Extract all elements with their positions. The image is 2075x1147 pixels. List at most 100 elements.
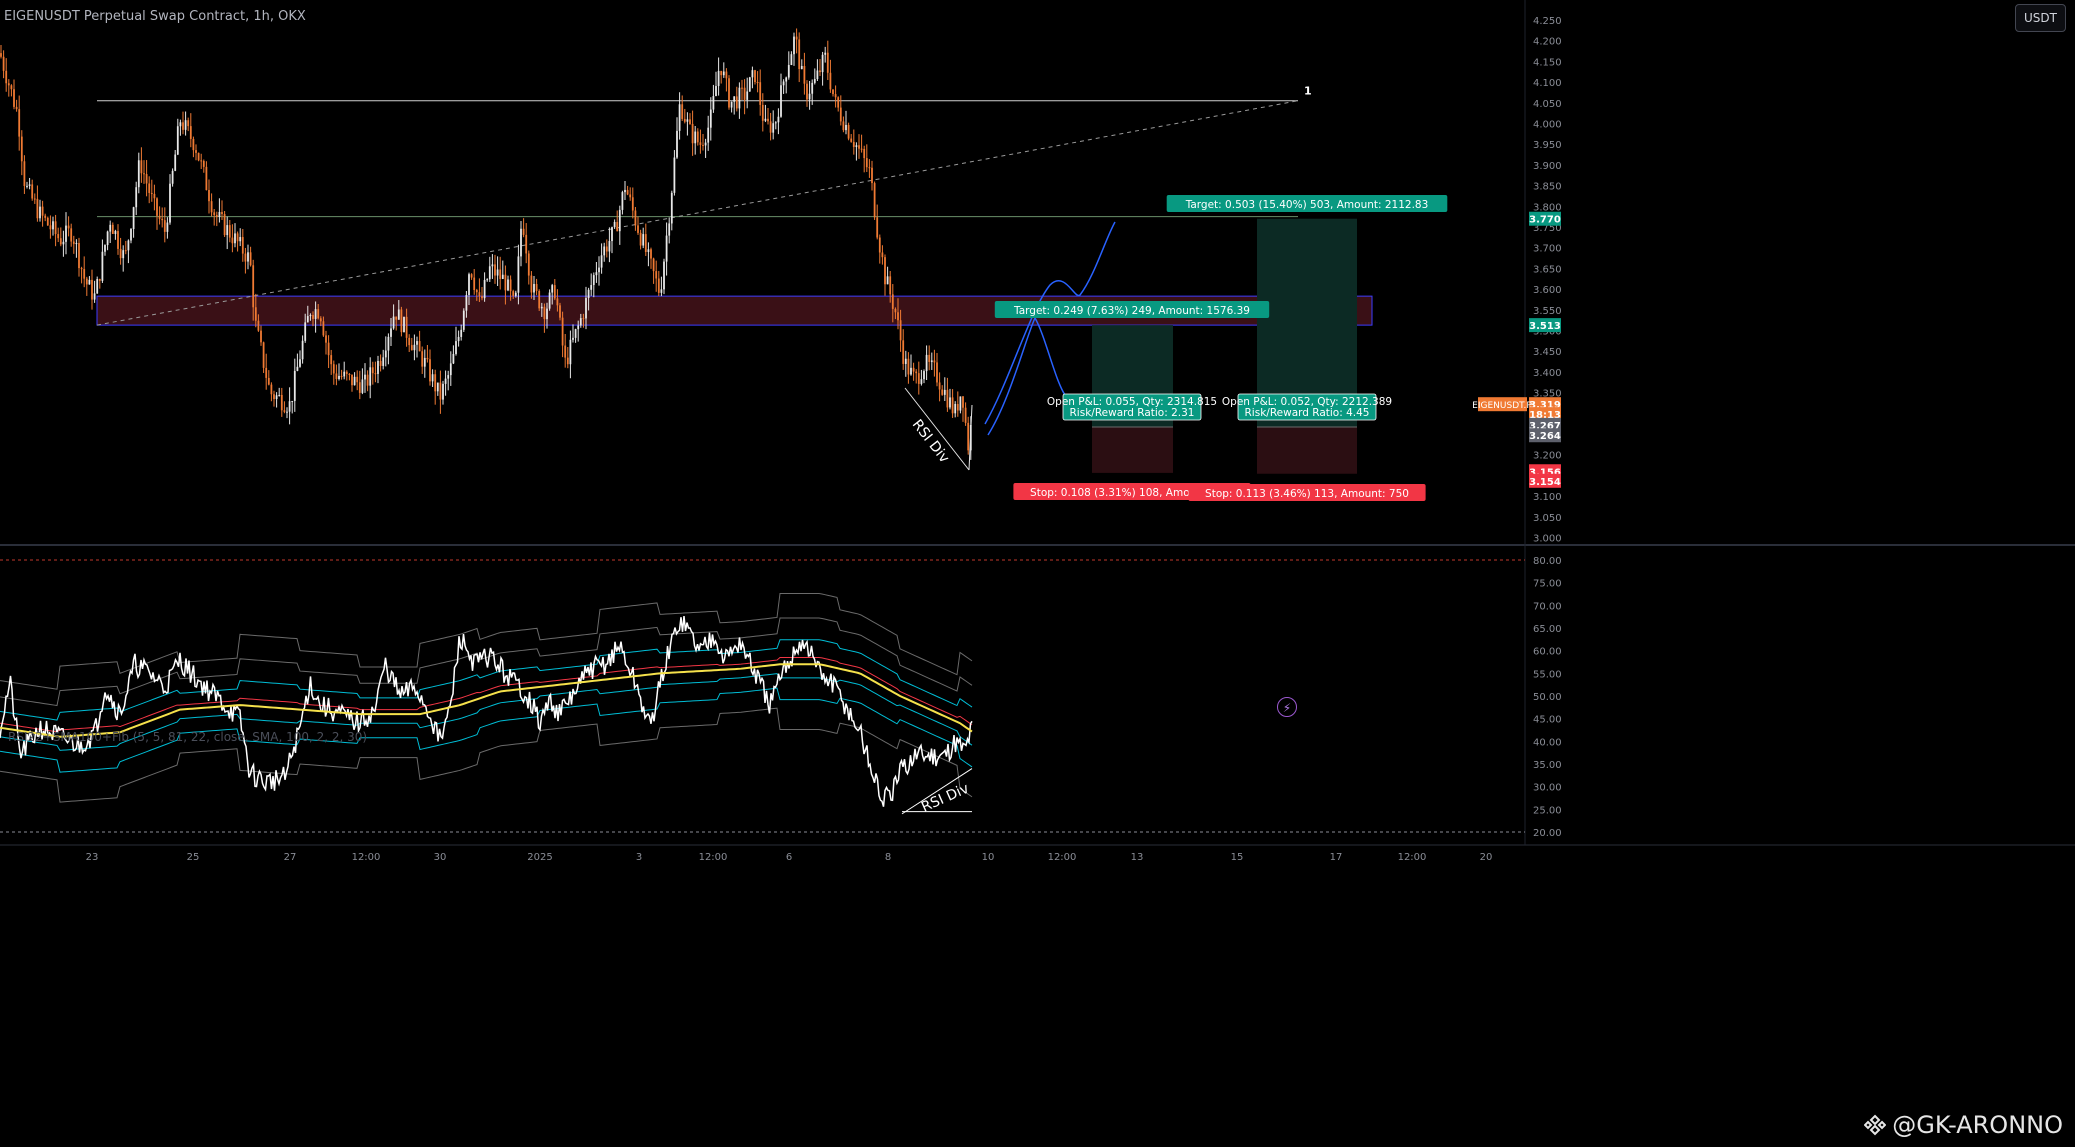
candle-body	[824, 52, 827, 55]
candle-body	[647, 249, 650, 253]
candle-body	[514, 292, 517, 296]
trading-chart[interactable]: 4.250 4.200 4.150 4.100 4.050 4.000 3.950 3.900…	[0, 0, 2075, 1147]
price-badge: 3.154	[1529, 477, 1561, 488]
candle-body	[361, 379, 364, 393]
candle-body	[941, 389, 944, 395]
candle-body	[85, 278, 88, 285]
candle-body	[808, 93, 811, 100]
symbol-title[interactable]: EIGENUSDT Perpetual Swap Contract, 1h, O…	[4, 9, 306, 24]
candle-body	[470, 274, 473, 278]
candle-body	[418, 341, 421, 352]
candle-body	[124, 250, 127, 252]
position-stop-zone	[1092, 426, 1173, 473]
candle-body	[826, 52, 829, 73]
indicator-title[interactable]: RSI22+SMA100+Fib (5, 5, 81, 22, close, S…	[8, 730, 367, 744]
candle-body	[668, 223, 671, 236]
candle-body	[379, 360, 382, 366]
candle-body	[44, 215, 47, 218]
time-tick-label: 10	[982, 852, 995, 863]
candle-body	[907, 358, 910, 375]
candle-body	[314, 309, 317, 319]
candle-body	[317, 309, 320, 319]
candle-body	[704, 142, 707, 146]
price-tick-label: 3.000	[1533, 534, 1562, 545]
candle-body	[59, 238, 62, 245]
candle-body	[148, 183, 151, 193]
candle-body	[832, 89, 834, 95]
rsi-tick-label: 35.00	[1533, 760, 1562, 771]
watermark-text: @GK-ARONNO	[1892, 1111, 2063, 1139]
candle-body	[280, 394, 283, 411]
candle-body	[852, 141, 855, 147]
candle-body	[156, 198, 158, 216]
candle-body	[959, 396, 962, 411]
price-badge: 3.513	[1529, 321, 1561, 332]
candle-body	[491, 264, 494, 267]
time-tick-label: 27	[284, 852, 297, 863]
candle-body	[683, 118, 686, 122]
candle-body	[618, 209, 621, 232]
candle-body	[881, 252, 884, 258]
candle-body	[49, 225, 52, 230]
stop-label-2: Stop: 0.113 (3.46%) 113, Amount: 750	[1205, 488, 1409, 500]
candle-body	[299, 359, 301, 367]
candle-body	[426, 357, 429, 360]
price-tick-label: 4.100	[1533, 78, 1562, 89]
candle-body	[475, 290, 478, 293]
candle-body	[595, 272, 598, 276]
candle-body	[413, 344, 416, 351]
candle-body	[28, 184, 31, 186]
candle-body	[234, 233, 236, 244]
candle-body	[429, 359, 431, 382]
candle-body	[894, 308, 897, 313]
candle-body	[717, 70, 720, 87]
rsi-tick-label: 75.00	[1533, 579, 1562, 590]
fib-label-1: 1	[1304, 85, 1312, 98]
currency-button[interactable]: USDT	[2015, 4, 2066, 32]
candle-body	[356, 376, 359, 383]
candle-body	[787, 64, 790, 78]
candle-body	[494, 264, 496, 276]
candle-body	[93, 293, 96, 300]
price-tick-label: 3.850	[1533, 182, 1562, 193]
candle-body	[301, 340, 304, 360]
candle-body	[278, 394, 281, 396]
candle-body	[436, 382, 439, 392]
candle-body	[598, 267, 600, 273]
candle-body	[871, 167, 873, 184]
candle-body	[397, 309, 400, 320]
time-tick-label: 25	[187, 852, 200, 863]
candle-body	[262, 342, 265, 368]
candle-body	[171, 170, 174, 184]
candle-body	[798, 39, 801, 70]
price-tick-label: 3.950	[1533, 140, 1562, 151]
candle-body	[70, 228, 73, 242]
candle-body	[104, 245, 106, 252]
candle-body	[23, 161, 26, 187]
candle-body	[769, 121, 772, 133]
candle-body	[608, 241, 611, 252]
candle-body	[166, 222, 169, 232]
candle-body	[585, 298, 587, 319]
candle-body	[304, 322, 307, 341]
price-tick-label: 3.450	[1533, 347, 1562, 358]
candle-body	[538, 290, 541, 309]
candle-body	[371, 367, 374, 374]
candle-body	[273, 394, 275, 400]
candle-body	[468, 274, 470, 295]
candle-body	[569, 339, 572, 365]
candle-body	[210, 201, 213, 213]
candle-body	[65, 225, 67, 242]
projection-path-alt	[987, 316, 1066, 436]
candle-body	[865, 158, 868, 168]
candle-body	[39, 206, 41, 219]
candle-body	[223, 214, 226, 236]
candle-body	[621, 192, 624, 210]
candle-body	[845, 124, 847, 131]
candle-body	[83, 269, 86, 279]
candle-body	[735, 96, 738, 109]
rsi-tick-label: 50.00	[1533, 692, 1562, 703]
candle-body	[790, 54, 793, 65]
candle-body	[174, 154, 177, 171]
lightning-bolt-icon[interactable]: ⚡	[1277, 697, 1297, 717]
